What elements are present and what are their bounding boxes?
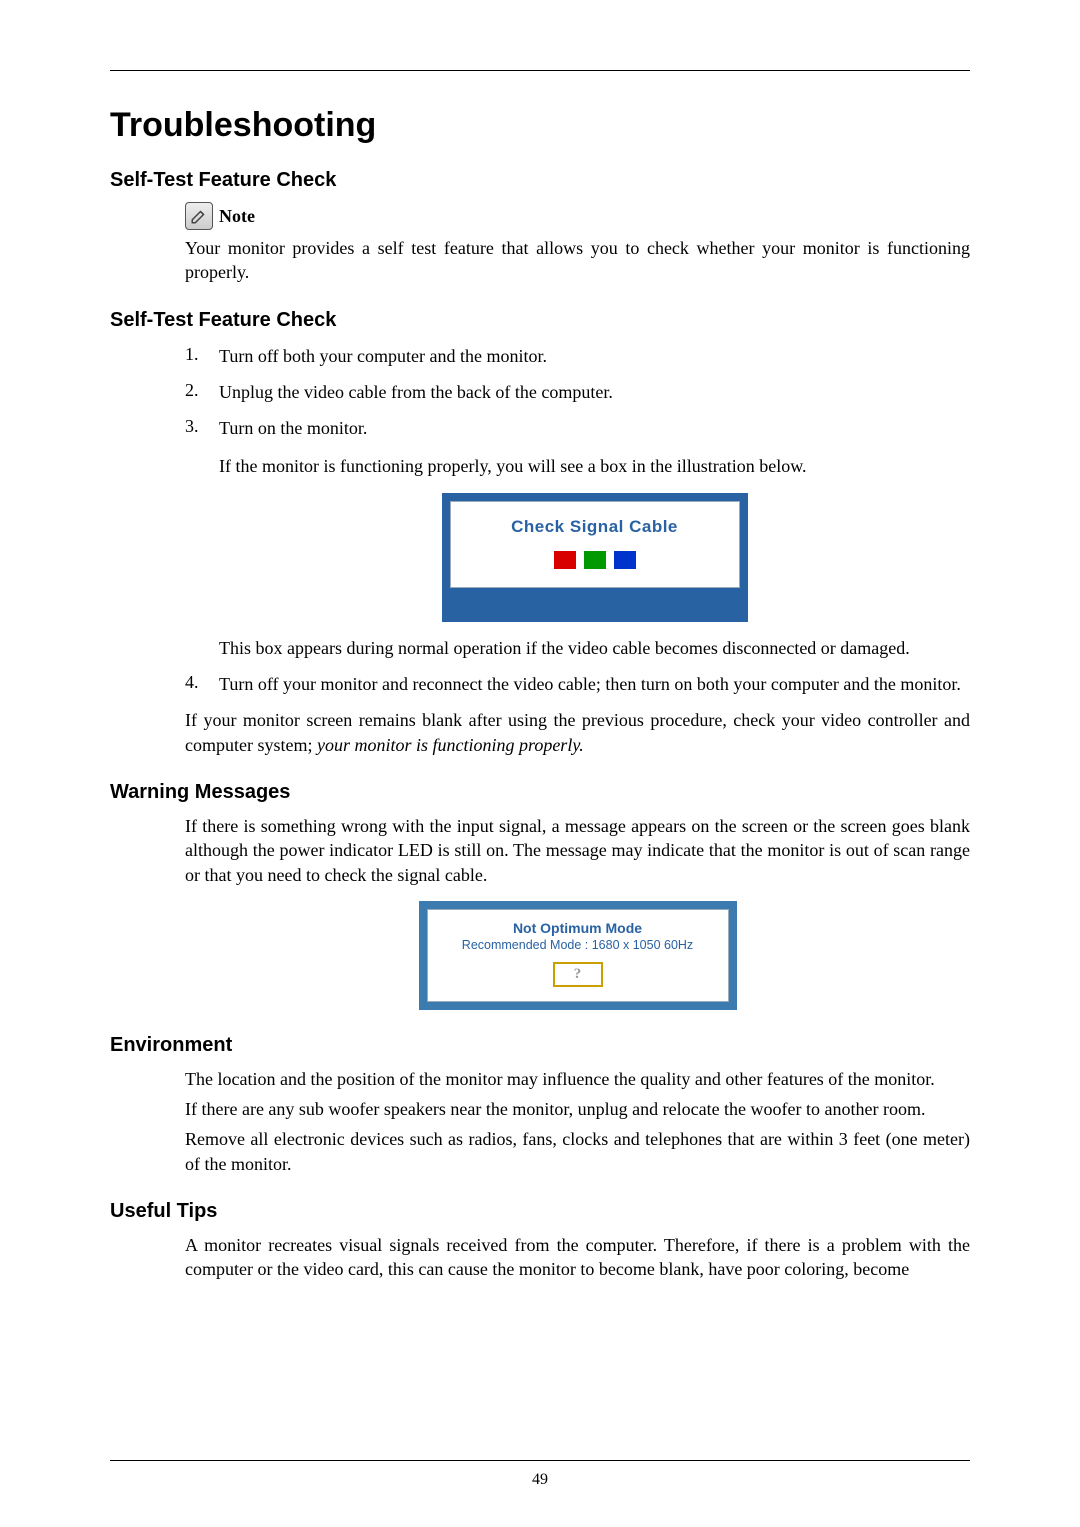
list-number: 3. (185, 416, 219, 660)
environment-p1: The location and the position of the mon… (185, 1067, 970, 1091)
color-square-green (584, 551, 606, 569)
list-item: Turn on the monitor. (219, 416, 970, 440)
page-number: 49 (110, 1471, 970, 1489)
page-title: Troubleshooting (110, 106, 970, 145)
bottom-rule (110, 1460, 970, 1461)
after-figure-text: This box appears during normal operation… (219, 636, 970, 660)
heading-warning: Warning Messages (110, 781, 970, 804)
list-item: Turn off your monitor and reconnect the … (219, 672, 970, 696)
warning-text: If there is something wrong with the inp… (185, 814, 970, 887)
list-item: Unplug the video cable from the back of … (219, 380, 970, 404)
figure2-line2: Recommended Mode : 1680 x 1050 60Hz (432, 938, 724, 952)
color-square-red (554, 551, 576, 569)
environment-p2: If there are any sub woofer speakers nea… (185, 1097, 970, 1121)
top-rule (110, 70, 970, 71)
conclusion-text: If your monitor screen remains blank aft… (185, 708, 970, 757)
note-text: Your monitor provides a self test featur… (185, 236, 970, 285)
list-number: 4. (185, 672, 219, 696)
note-label: Note (219, 206, 255, 227)
heading-environment: Environment (110, 1034, 970, 1057)
figure2-line1: Not Optimum Mode (432, 920, 724, 936)
list-number: 1. (185, 344, 219, 368)
heading-self-test-1: Self-Test Feature Check (110, 169, 970, 192)
tips-p1: A monitor recreates visual signals recei… (185, 1233, 970, 1282)
figure-not-optimum: Not Optimum Mode Recommended Mode : 1680… (419, 901, 737, 1010)
list-number: 2. (185, 380, 219, 404)
list-item: Turn off both your computer and the moni… (219, 344, 970, 368)
note-icon (185, 202, 213, 230)
figure-check-signal: Check Signal Cable (442, 493, 748, 622)
color-square-blue (614, 551, 636, 569)
heading-self-test-2: Self-Test Feature Check (110, 309, 970, 332)
figure2-question: ? (553, 962, 603, 987)
heading-useful-tips: Useful Tips (110, 1200, 970, 1223)
step3-followup: If the monitor is functioning properly, … (219, 454, 970, 478)
figure1-title: Check Signal Cable (461, 516, 729, 539)
environment-p3: Remove all electronic devices such as ra… (185, 1127, 970, 1176)
